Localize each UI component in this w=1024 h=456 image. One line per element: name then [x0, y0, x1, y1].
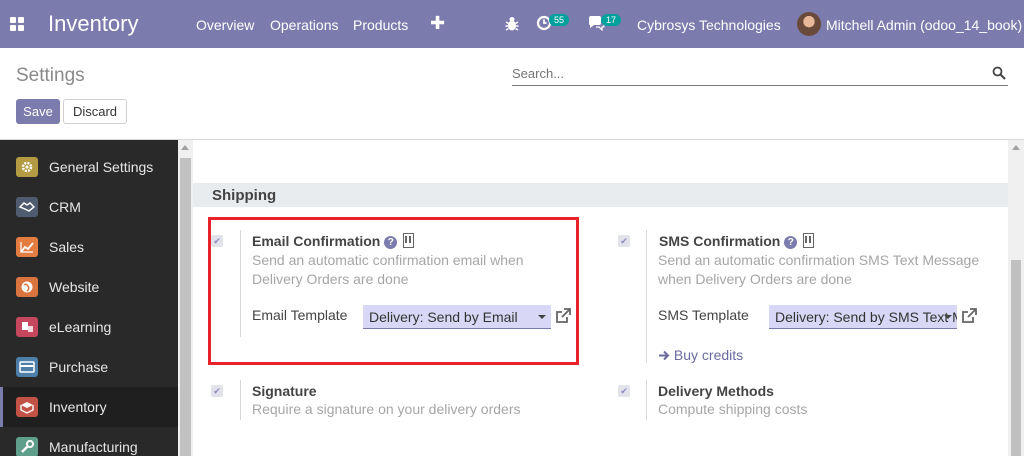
divider [646, 230, 647, 363]
sidebar-item-label: Sales [49, 239, 85, 255]
activity-count-badge: 55 [549, 14, 570, 26]
chart-icon [16, 237, 38, 257]
email-template-select[interactable]: Delivery: Send by Email [363, 305, 551, 329]
search-bar [512, 62, 1008, 86]
scrollbar-thumb[interactable] [180, 158, 191, 456]
email-confirmation-description: Send an automatic confirmation email whe… [252, 252, 524, 287]
plus-icon[interactable]: ✚ [430, 13, 445, 34]
company-switcher[interactable]: Cybrosys Technologies [637, 17, 781, 33]
sidebar-item-label: Purchase [49, 359, 109, 375]
sidebar-item-label: CRM [49, 199, 81, 215]
external-link-icon[interactable] [960, 307, 978, 325]
signature-description: Require a signature on your delivery ord… [252, 401, 521, 417]
sidebar-item-elearning[interactable]: eLearning [0, 307, 178, 347]
external-link-icon[interactable] [554, 307, 572, 325]
sms-confirmation-description: Send an automatic confirmation SMS Text … [658, 252, 980, 287]
delivery-methods-description: Compute shipping costs [658, 401, 808, 417]
sidebar-item-crm[interactable]: CRM [0, 187, 178, 227]
sidebar-item-purchase[interactable]: Purchase [0, 347, 178, 387]
signature-title: Signature [252, 383, 317, 399]
sidebar-item-inventory[interactable]: Inventory [0, 387, 178, 427]
section-title: Shipping [212, 187, 277, 204]
divider [240, 230, 241, 337]
signature-checkbox[interactable]: ✔ [211, 385, 223, 397]
buy-credits-link[interactable]: Buy credits [658, 347, 743, 363]
handshake-icon [16, 197, 38, 217]
sms-confirmation-title: SMS Confirmation? [659, 233, 815, 249]
scroll-up-arrow-icon[interactable] [1012, 145, 1020, 150]
arrow-right-icon [659, 350, 670, 361]
message-count-badge: 17 [601, 14, 622, 26]
sidebar-item-label: eLearning [49, 319, 112, 335]
gear-icon [16, 157, 38, 177]
delivery-methods-title: Delivery Methods [658, 383, 774, 399]
discard-button[interactable]: Discard [63, 99, 127, 124]
divider [240, 380, 241, 420]
sidebar-item-label: Website [49, 279, 100, 295]
chevron-down-icon [538, 315, 546, 319]
bug-icon[interactable] [505, 16, 519, 32]
help-icon[interactable]: ? [384, 236, 398, 249]
email-confirmation-checkbox[interactable]: ✔ [211, 235, 223, 247]
inventory-box-icon [16, 397, 38, 417]
scroll-up-arrow-icon[interactable] [181, 145, 189, 150]
main-scrollbar[interactable] [1008, 140, 1024, 456]
sidebar-item-label: Inventory [49, 399, 107, 415]
sms-template-label: SMS Template [658, 307, 749, 323]
sidebar-item-label: General Settings [49, 159, 154, 175]
company-specific-icon [403, 233, 415, 248]
purchase-card-icon [16, 357, 38, 377]
menu-overview[interactable]: Overview [196, 17, 254, 33]
control-panel: Settings Save Discard [0, 48, 1024, 140]
sidebar-item-sales[interactable]: Sales [0, 227, 178, 267]
search-icon[interactable] [992, 66, 1006, 80]
sms-template-select[interactable]: Delivery: Send by SMS Text Message [769, 305, 957, 329]
app-menu-icon[interactable] [10, 17, 24, 31]
user-menu[interactable]: Mitchell Admin (odoo_14_book) [826, 17, 1022, 33]
help-icon[interactable]: ? [784, 236, 798, 249]
email-confirmation-title: Email Confirmation? [252, 233, 415, 249]
globe-icon [16, 277, 38, 297]
sidebar-item-general-settings[interactable]: General Settings [0, 147, 178, 187]
sidebar-item-label: Manufacturing [49, 439, 138, 455]
page-title: Settings [16, 65, 85, 86]
sidebar-scrollbar[interactable] [178, 140, 193, 456]
scrollbar-thumb[interactable] [1011, 260, 1021, 456]
sidebar-item-website[interactable]: Website [0, 267, 178, 307]
chevron-down-icon [944, 315, 952, 319]
sidebar-item-manufacturing[interactable]: Manufacturing [0, 427, 178, 456]
email-template-label: Email Template [252, 307, 348, 323]
menu-operations[interactable]: Operations [270, 17, 338, 33]
wrench-icon [16, 437, 38, 456]
section-header: Shipping [193, 183, 1008, 207]
settings-sidebar: General Settings CRM Sales Website eLear… [0, 140, 178, 456]
avatar[interactable] [797, 12, 821, 36]
settings-content: Shipping ✔ Email Confirmation? Send an a… [193, 140, 1008, 456]
top-navbar: Inventory Overview Operations Products ✚… [0, 0, 1024, 48]
elearning-icon [16, 317, 38, 337]
save-button[interactable]: Save [16, 99, 60, 124]
menu-products[interactable]: Products [353, 17, 408, 33]
delivery-methods-checkbox[interactable]: ✔ [618, 385, 630, 397]
company-specific-icon [803, 233, 815, 248]
app-name[interactable]: Inventory [48, 11, 139, 37]
search-input[interactable] [512, 62, 982, 84]
sms-confirmation-checkbox[interactable]: ✔ [618, 235, 630, 247]
divider [646, 380, 647, 420]
